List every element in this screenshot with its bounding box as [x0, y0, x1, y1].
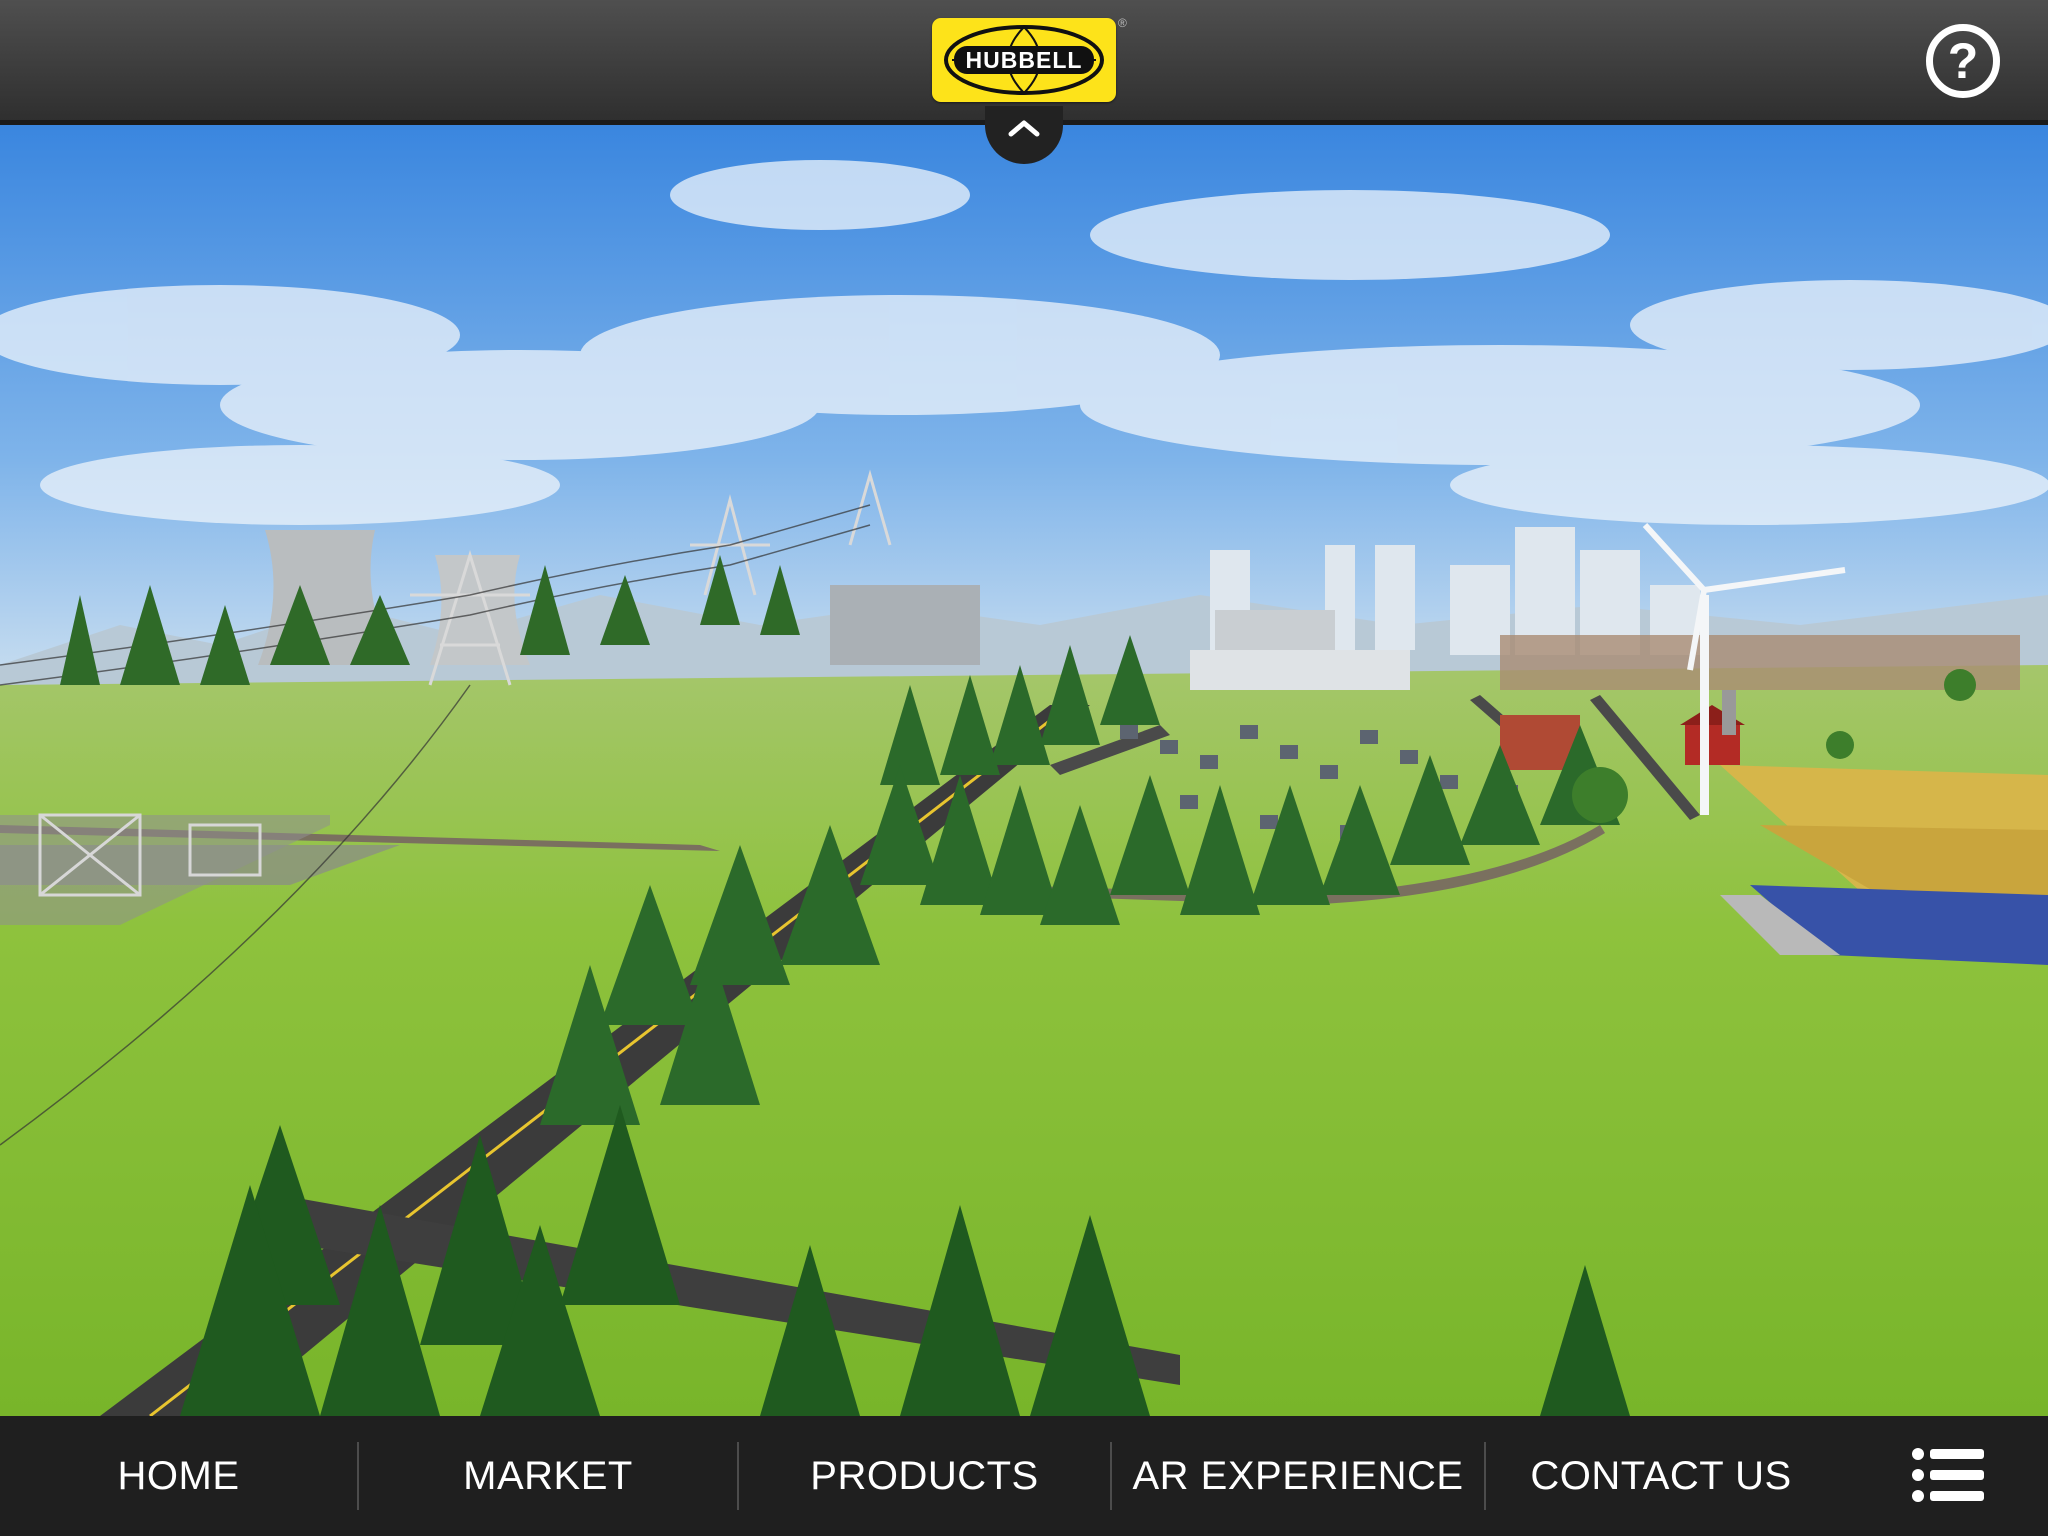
nav-contact-us[interactable]: CONTACT US: [1486, 1416, 1836, 1536]
menu-list-icon: [1912, 1448, 1984, 1502]
nav-market[interactable]: MARKET: [359, 1416, 737, 1536]
nav-products[interactable]: PRODUCTS: [739, 1416, 1110, 1536]
scene-illustration: [0, 125, 2048, 1416]
bottom-navigation: HOME MARKET PRODUCTS AR EXPERIENCE CONTA…: [0, 1416, 2048, 1536]
logo-text: HUBBELL: [965, 47, 1083, 73]
nav-home[interactable]: HOME: [0, 1416, 357, 1536]
nav-ar-experience[interactable]: AR EXPERIENCE: [1112, 1416, 1484, 1536]
chevron-up-icon: [1008, 120, 1040, 137]
question-circle-icon[interactable]: ?: [1926, 24, 2000, 98]
3d-city-scene[interactable]: [0, 125, 2048, 1416]
hamburger-list-icon[interactable]: [1912, 1446, 1984, 1504]
registered-mark: ®: [1118, 16, 1127, 30]
hubbell-logo[interactable]: HUBBELL: [932, 18, 1116, 102]
